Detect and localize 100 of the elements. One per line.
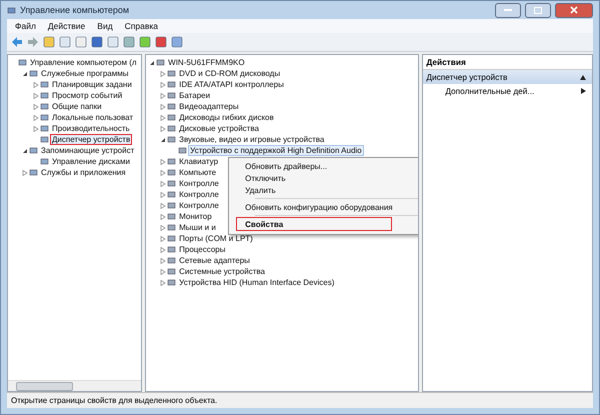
collapsed-arrow-icon[interactable] xyxy=(160,236,166,242)
collapsed-arrow-icon[interactable] xyxy=(160,104,166,110)
node-icon xyxy=(40,135,49,144)
back-icon[interactable] xyxy=(11,36,23,48)
tree-item[interactable]: Видеоадаптеры xyxy=(178,102,240,111)
node-icon xyxy=(167,168,176,177)
collapsed-arrow-icon[interactable] xyxy=(160,258,166,264)
maximize-icon xyxy=(534,6,542,14)
node-icon xyxy=(18,58,27,67)
expanded-arrow-icon[interactable] xyxy=(160,136,166,142)
minimize-button[interactable] xyxy=(495,2,521,18)
collapsed-arrow-icon[interactable] xyxy=(160,126,166,132)
collapsed-arrow-icon[interactable] xyxy=(160,170,166,176)
collapsed-arrow-icon[interactable] xyxy=(160,114,166,120)
node-icon xyxy=(7,6,16,14)
node-icon xyxy=(167,245,176,254)
tree-item[interactable]: Локальные пользоват xyxy=(51,113,134,122)
context-menu-item[interactable]: Свойства xyxy=(237,218,392,230)
maximize-button[interactable] xyxy=(525,2,551,18)
collapsed-arrow-icon[interactable] xyxy=(160,224,166,230)
tree-item[interactable]: Запоминающие устройст xyxy=(40,146,136,155)
horizontal-scrollbar[interactable] xyxy=(8,380,142,391)
node-icon xyxy=(167,179,176,188)
collapsed-arrow-icon[interactable] xyxy=(160,92,166,98)
tree-item[interactable]: Дисковые устройства xyxy=(178,124,260,133)
tree-item[interactable]: Монитор xyxy=(178,212,213,221)
collapsed-arrow-icon[interactable] xyxy=(32,82,38,88)
expanded-arrow-icon[interactable] xyxy=(22,70,28,76)
node-icon xyxy=(40,91,49,100)
collapsed-arrow-icon[interactable] xyxy=(160,158,166,164)
collapsed-arrow-icon[interactable] xyxy=(160,280,166,286)
expanded-arrow-icon[interactable] xyxy=(148,60,155,66)
collapsed-arrow-icon[interactable] xyxy=(160,202,166,208)
collapsed-arrow-icon[interactable] xyxy=(160,246,166,252)
collapsed-arrow-icon[interactable] xyxy=(32,114,38,120)
forward-icon[interactable] xyxy=(27,36,39,48)
tree-item[interactable]: DVD и CD-ROM дисководы xyxy=(178,69,282,78)
tree-item[interactable]: Сетевые адаптеры xyxy=(178,256,251,265)
context-menu-item[interactable]: Отключить xyxy=(231,172,418,184)
tree-item[interactable]: Производительность xyxy=(51,124,131,133)
node-icon xyxy=(156,58,166,67)
menu-item[interactable]: Файл xyxy=(15,21,36,31)
node-icon xyxy=(167,256,176,265)
node-icon xyxy=(178,146,188,155)
tree-item[interactable]: Управление компьютером (л xyxy=(29,58,138,67)
node-icon xyxy=(167,234,176,243)
tree-item[interactable]: Диспетчер устройств xyxy=(51,135,132,144)
tree-item[interactable]: Клавиатур xyxy=(178,157,220,166)
tree-item[interactable]: IDE ATA/ATAPI контроллеры xyxy=(178,80,285,89)
node-icon xyxy=(40,80,49,89)
tree-item[interactable]: Процессоры xyxy=(178,245,226,254)
tree-item[interactable]: Контролле xyxy=(178,190,220,199)
node-icon xyxy=(167,190,176,199)
collapsed-arrow-icon[interactable] xyxy=(160,82,166,88)
tree-item[interactable]: Мыши и и xyxy=(178,223,217,232)
context-menu-item[interactable]: Обновить драйверы... xyxy=(231,160,418,172)
collapsed-arrow-icon[interactable] xyxy=(160,214,166,220)
collapsed-arrow-icon[interactable] xyxy=(32,92,38,98)
collapsed-arrow-icon[interactable] xyxy=(160,70,166,76)
tree-item[interactable]: Контролле xyxy=(178,201,220,210)
tree-item[interactable]: Службы и приложения xyxy=(40,168,127,177)
tree-item[interactable]: Батареи xyxy=(178,91,212,100)
tree-item[interactable]: Дисководы гибких дисков xyxy=(178,113,275,122)
node-icon xyxy=(29,69,38,78)
tree-item[interactable]: Управление дисками xyxy=(51,157,131,166)
tree-item[interactable]: Общие папки xyxy=(51,102,103,111)
node-icon xyxy=(167,113,176,122)
menu-item[interactable]: Справка xyxy=(124,21,158,31)
submenu-arrow-icon xyxy=(581,88,586,94)
action-item[interactable]: Дополнительные дей... xyxy=(423,84,592,98)
collapse-icon[interactable] xyxy=(580,74,586,80)
close-icon xyxy=(570,6,578,14)
close-button[interactable] xyxy=(555,2,593,18)
collapsed-arrow-icon[interactable] xyxy=(32,126,38,132)
tree-item[interactable]: Контролле xyxy=(178,179,220,188)
tree-item[interactable]: Планировщик задани xyxy=(51,80,133,89)
tree-item[interactable]: Просмотр событий xyxy=(51,91,124,100)
actions-section[interactable]: Диспетчер устройств xyxy=(423,70,592,84)
status-bar: Открытие страницы свойств для выделенного объекта. xyxy=(7,392,593,408)
node-icon xyxy=(167,135,176,144)
menu-item[interactable]: Действие xyxy=(48,21,86,31)
menu-item[interactable]: Вид xyxy=(97,21,113,31)
node-icon xyxy=(167,80,176,89)
context-menu-item[interactable]: Обновить конфигурацию оборудования xyxy=(231,201,418,213)
tree-item[interactable]: Порты (COM и LPT) xyxy=(178,234,254,243)
node-icon xyxy=(40,102,49,111)
tree-item[interactable]: Служебные программы xyxy=(40,69,130,78)
collapsed-arrow-icon[interactable] xyxy=(160,192,166,198)
expanded-arrow-icon[interactable] xyxy=(22,148,28,154)
collapsed-arrow-icon[interactable] xyxy=(22,170,28,176)
tree-item[interactable]: Устройство с поддержкой High Definition Audio xyxy=(189,146,363,155)
tree-item[interactable]: Компьюте xyxy=(178,168,218,177)
tree-item[interactable]: WIN-5U61FFMM9KO xyxy=(167,58,246,67)
collapsed-arrow-icon[interactable] xyxy=(32,104,38,110)
tree-item[interactable]: Системные устройства xyxy=(178,267,266,276)
collapsed-arrow-icon[interactable] xyxy=(160,268,166,274)
tree-item[interactable]: Устройства HID (Human Interface Devices) xyxy=(178,278,336,287)
context-menu-item[interactable]: Удалить xyxy=(231,184,418,196)
collapsed-arrow-icon[interactable] xyxy=(160,180,166,186)
tree-item[interactable]: Звуковые, видео и игровые устройства xyxy=(178,135,326,144)
